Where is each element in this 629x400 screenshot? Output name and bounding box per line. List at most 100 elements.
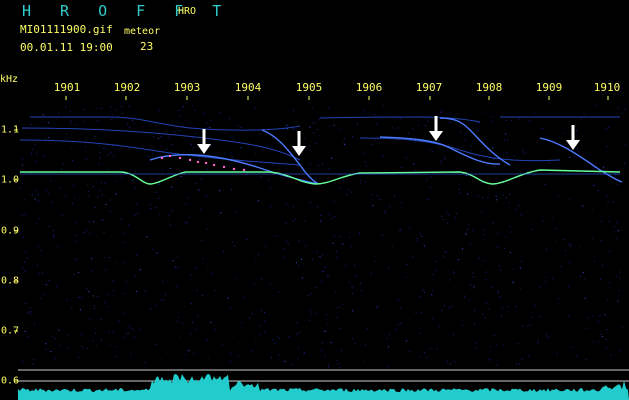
noise-dot — [32, 148, 34, 150]
noise-dot — [240, 127, 242, 129]
noise-dot — [506, 152, 508, 154]
minute-label: 1906 — [355, 81, 383, 94]
noise-dot — [363, 359, 365, 361]
noise-dot — [372, 205, 374, 207]
noise-dot — [191, 105, 193, 106]
noise-dot — [570, 244, 572, 246]
frequency-label: 0.8 — [1, 275, 20, 287]
noise-dot — [96, 107, 98, 109]
noise-dot — [37, 245, 39, 247]
noise-dot — [430, 176, 432, 178]
noise-dot — [161, 169, 163, 171]
noise-dot — [521, 213, 523, 215]
noise-dot — [482, 229, 484, 231]
noise-dot — [508, 201, 510, 203]
noise-dot — [130, 353, 132, 355]
noise-dot — [554, 228, 556, 230]
noise-dot — [521, 358, 523, 360]
noise-dot — [425, 356, 427, 358]
noise-dot — [34, 322, 35, 324]
noise-dot — [458, 183, 460, 185]
noise-dot — [500, 296, 501, 298]
noise-dot — [52, 235, 54, 237]
noise-dot — [165, 294, 167, 296]
noise-dot — [609, 282, 611, 283]
noise-dot — [124, 233, 126, 235]
noise-dot — [432, 290, 434, 292]
noise-dot — [441, 309, 443, 311]
noise-dot — [505, 119, 507, 121]
noise-dot — [231, 335, 233, 337]
noise-dot — [328, 168, 330, 170]
noise-dot — [304, 352, 306, 354]
noise-dot — [600, 239, 602, 241]
noise-dot — [265, 245, 267, 247]
noise-dot — [87, 196, 89, 198]
noise-dot — [104, 147, 106, 149]
noise-dot — [199, 208, 201, 210]
noise-dot — [429, 186, 431, 188]
noise-dot — [93, 307, 95, 309]
noise-dot — [606, 146, 608, 147]
noise-dot — [406, 340, 408, 342]
noise-dot — [379, 198, 381, 200]
noise-dot — [51, 335, 53, 337]
noise-dot — [377, 195, 379, 197]
noise-dot — [37, 194, 39, 196]
noise-dot — [531, 316, 533, 318]
noise-dot — [25, 251, 26, 253]
noise-dot — [126, 281, 128, 283]
noise-dot — [342, 243, 344, 245]
noise-dot — [110, 151, 112, 153]
noise-dot — [264, 332, 266, 333]
noise-dot — [581, 118, 582, 120]
noise-dot — [336, 250, 337, 252]
noise-dot — [283, 256, 285, 258]
noise-dot — [79, 309, 81, 311]
noise-dot — [361, 289, 363, 291]
noise-dot — [194, 328, 196, 330]
noise-dot — [301, 277, 303, 279]
noise-dot — [399, 307, 401, 309]
noise-dot — [284, 360, 286, 362]
noise-dot — [31, 194, 33, 196]
noise-dot — [393, 196, 395, 197]
noise-dot — [323, 330, 325, 332]
noise-dot — [86, 230, 87, 232]
noise-dot — [195, 133, 197, 135]
noise-dot — [81, 346, 83, 348]
noise-dot — [374, 139, 376, 141]
noise-dot — [58, 329, 60, 331]
noise-dot — [74, 241, 76, 243]
noise-dot — [431, 294, 433, 296]
noise-dot — [241, 322, 243, 324]
noise-dot — [419, 296, 421, 298]
noise-dot — [176, 320, 178, 322]
noise-dot — [342, 303, 344, 305]
noise-dot — [75, 258, 76, 260]
noise-dot — [435, 260, 437, 262]
noise-dot — [349, 237, 351, 238]
noise-dot — [42, 114, 44, 116]
noise-dot — [534, 113, 536, 115]
noise-dot — [255, 258, 257, 260]
noise-dot — [22, 361, 24, 363]
noise-dot — [502, 194, 504, 196]
frequency-label: 1.1 — [1, 124, 20, 136]
noise-dot — [513, 268, 515, 270]
noise-dot — [440, 160, 442, 162]
noise-dot — [609, 250, 611, 252]
noise-dot — [192, 321, 193, 323]
noise-dot — [198, 158, 200, 160]
noise-dot — [316, 143, 318, 144]
noise-dot — [444, 305, 445, 307]
noise-dot — [315, 178, 317, 180]
noise-dot — [123, 337, 125, 339]
noise-dot — [448, 307, 450, 309]
noise-dot — [454, 361, 456, 363]
noise-dot — [459, 192, 461, 194]
noise-dot — [76, 234, 77, 236]
noise-dot — [158, 197, 160, 199]
noise-dot — [255, 153, 257, 155]
noise-dot — [174, 266, 176, 268]
